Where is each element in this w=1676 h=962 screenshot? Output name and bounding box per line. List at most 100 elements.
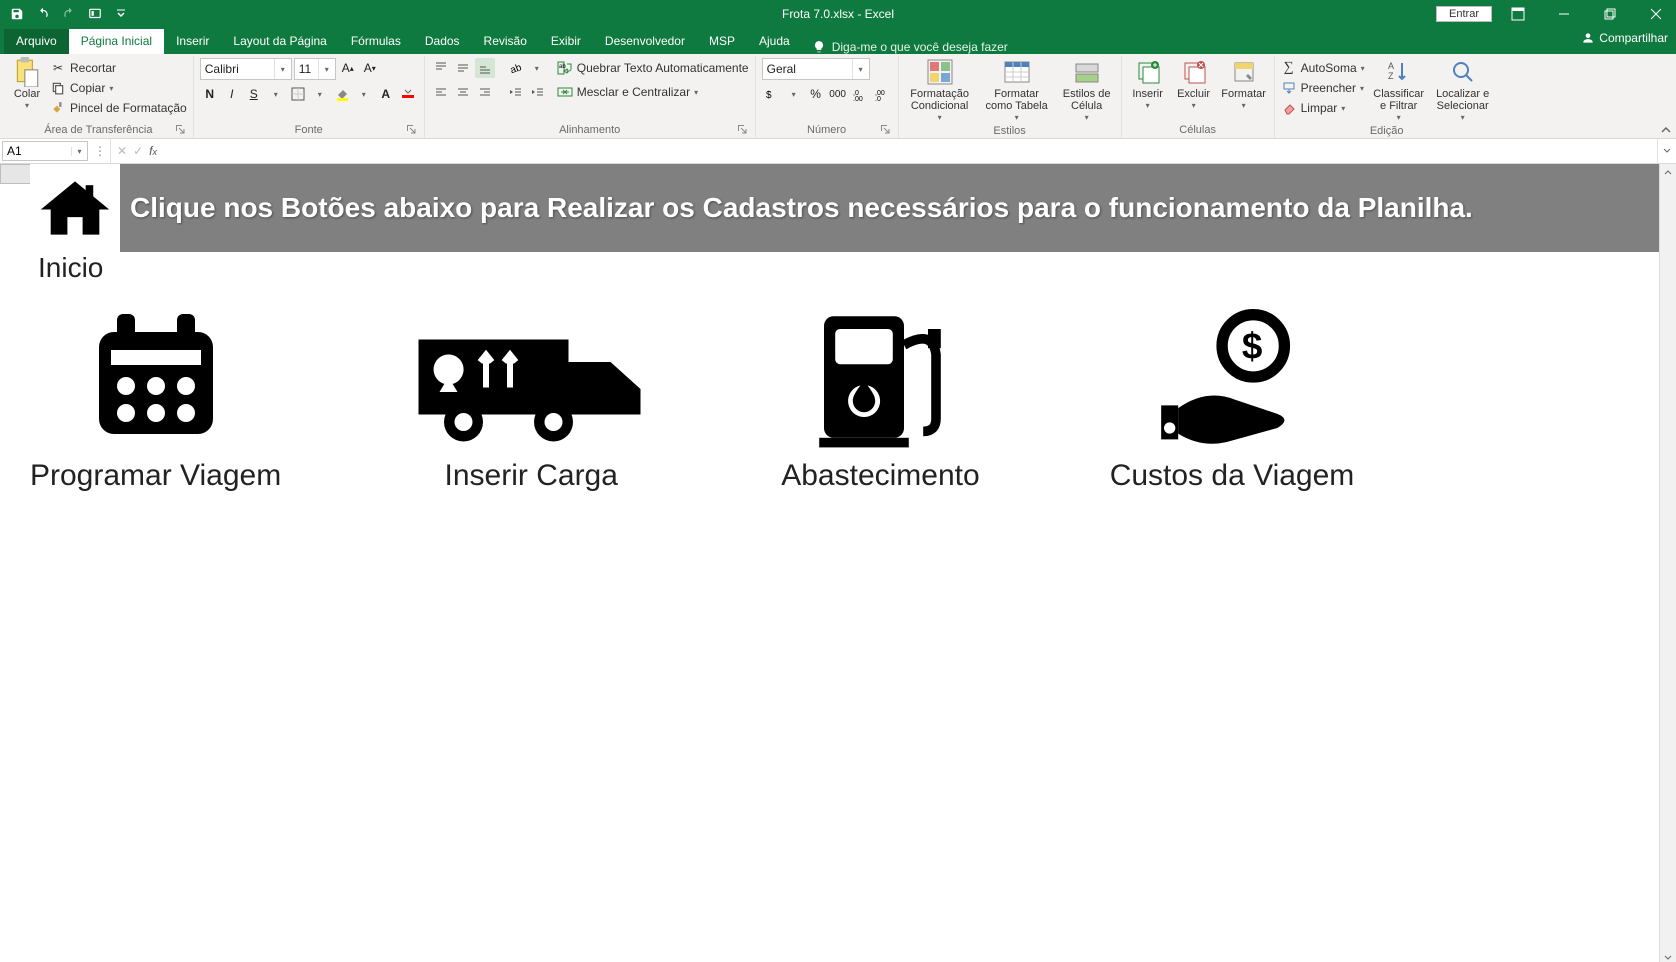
- comma-format-button[interactable]: 000: [828, 84, 848, 104]
- maximize-button[interactable]: [1590, 0, 1630, 28]
- format-cells-button[interactable]: Formatar▾: [1220, 58, 1268, 112]
- merge-center-button[interactable]: Mesclar e Centralizar ▾: [557, 82, 749, 102]
- orientation-button[interactable]: ab: [505, 58, 525, 78]
- borders-button[interactable]: [288, 84, 308, 104]
- wrap-text-button[interactable]: abQuebrar Texto Automaticamente: [557, 58, 749, 78]
- minimize-button[interactable]: [1544, 0, 1584, 28]
- decrease-font-button[interactable]: A▾: [360, 58, 380, 78]
- align-left-button[interactable]: [431, 82, 451, 102]
- dialog-launcher[interactable]: [175, 124, 187, 136]
- increase-decimal-button[interactable]: ,0,00: [850, 84, 870, 104]
- font-color-chevron[interactable]: [398, 84, 418, 104]
- programar-viagem-button[interactable]: Programar Viagem: [30, 294, 281, 493]
- insert-function-button[interactable]: fx: [149, 144, 157, 158]
- align-center-button[interactable]: [453, 82, 473, 102]
- conditional-formatting-button[interactable]: Formatação Condicional▾: [905, 58, 975, 124]
- align-top-button[interactable]: [431, 58, 451, 78]
- sort-filter-button[interactable]: AZ Classificar e Filtrar▾: [1371, 58, 1427, 124]
- borders-chevron-icon[interactable]: ▾: [310, 84, 330, 104]
- align-right-button[interactable]: [475, 82, 495, 102]
- tab-formulas[interactable]: Fórmulas: [339, 29, 413, 54]
- tab-file[interactable]: Arquivo: [4, 29, 69, 54]
- cancel-formula-button[interactable]: ✕: [117, 144, 127, 158]
- inserir-carga-button[interactable]: Inserir Carga: [411, 294, 651, 493]
- touch-mode-button[interactable]: [86, 5, 104, 23]
- tab-data[interactable]: Dados: [413, 29, 472, 54]
- dialog-launcher[interactable]: [406, 124, 418, 136]
- tell-me-search[interactable]: Diga-me o que você deseja fazer: [802, 40, 1018, 54]
- select-all-cell[interactable]: [0, 164, 32, 184]
- tab-view[interactable]: Exibir: [539, 29, 593, 54]
- dialog-launcher[interactable]: [880, 124, 892, 136]
- customize-qat-button[interactable]: [112, 5, 130, 23]
- home-button[interactable]: [30, 164, 120, 252]
- tab-developer[interactable]: Desenvolvedor: [593, 29, 697, 54]
- clear-button[interactable]: Limpar ▾: [1281, 98, 1365, 118]
- tab-insert[interactable]: Inserir: [164, 29, 221, 54]
- cut-button[interactable]: ✂Recortar: [50, 58, 187, 78]
- share-label: Compartilhar: [1599, 31, 1668, 45]
- orientation-chevron-icon[interactable]: ▾: [527, 58, 547, 78]
- decrease-decimal-button[interactable]: ,00,0: [872, 84, 892, 104]
- redo-button[interactable]: [60, 5, 78, 23]
- fill-button[interactable]: Preencher ▾: [1281, 78, 1365, 98]
- chevron-down-icon[interactable]: ▾: [71, 147, 87, 156]
- tab-page-layout[interactable]: Layout da Página: [221, 29, 338, 54]
- collapse-ribbon-button[interactable]: [1660, 124, 1672, 136]
- cell-styles-button[interactable]: Estilos de Célula▾: [1059, 58, 1115, 124]
- share-button[interactable]: Compartilhar: [1581, 31, 1668, 45]
- fill-color-chevron[interactable]: ▾: [354, 84, 374, 104]
- worksheet[interactable]: Clique nos Botões abaixo para Realizar o…: [0, 164, 1659, 962]
- abastecimento-button[interactable]: Abastecimento: [781, 294, 979, 493]
- format-as-table-button[interactable]: Formatar como Tabela▾: [981, 58, 1053, 124]
- paste-button[interactable]: Colar ▾: [10, 58, 44, 112]
- font-size-combo[interactable]: 11▾: [294, 58, 336, 80]
- scroll-down-button[interactable]: [1660, 950, 1676, 962]
- cell-styles-icon: [1073, 58, 1101, 86]
- vertical-scrollbar[interactable]: [1659, 164, 1676, 962]
- group-styles: Formatação Condicional▾ Formatar como Ta…: [899, 56, 1122, 138]
- align-bottom-button[interactable]: [475, 58, 495, 78]
- copy-button[interactable]: Copiar▾: [50, 78, 187, 98]
- align-middle-button[interactable]: [453, 58, 473, 78]
- undo-button[interactable]: [34, 5, 52, 23]
- tab-msp[interactable]: MSP: [697, 29, 747, 54]
- dialog-launcher[interactable]: [737, 124, 749, 136]
- accounting-chevron-icon[interactable]: ▾: [784, 84, 804, 104]
- find-select-button[interactable]: Localizar e Selecionar▾: [1433, 58, 1493, 124]
- insert-cells-button[interactable]: Inserir▾: [1128, 58, 1168, 112]
- italic-button[interactable]: I: [222, 84, 242, 104]
- percent-format-button[interactable]: %: [806, 84, 826, 104]
- font-color-button[interactable]: A: [376, 84, 396, 104]
- fill-color-button[interactable]: [332, 84, 352, 104]
- svg-text:ab: ab: [509, 62, 522, 75]
- number-format-combo[interactable]: Geral▾: [762, 58, 870, 80]
- scroll-track[interactable]: [1660, 180, 1676, 950]
- bold-button[interactable]: N: [200, 84, 220, 104]
- autosum-label: AutoSoma: [1301, 61, 1357, 75]
- underline-button[interactable]: S: [244, 84, 264, 104]
- formula-input[interactable]: [163, 139, 1665, 163]
- autosum-button[interactable]: ∑AutoSoma ▾: [1281, 58, 1365, 78]
- expand-formula-bar-button[interactable]: [1657, 139, 1676, 163]
- close-button[interactable]: [1636, 0, 1676, 28]
- name-box[interactable]: ▾: [2, 141, 88, 161]
- tab-help[interactable]: Ajuda: [747, 29, 802, 54]
- increase-indent-button[interactable]: [527, 82, 547, 102]
- underline-chevron-icon[interactable]: ▾: [266, 84, 286, 104]
- delete-cells-button[interactable]: Excluir▾: [1174, 58, 1214, 112]
- ribbon-display-button[interactable]: [1498, 0, 1538, 28]
- tab-review[interactable]: Revisão: [472, 29, 539, 54]
- save-button[interactable]: [8, 5, 26, 23]
- name-box-input[interactable]: [3, 144, 71, 158]
- decrease-indent-button[interactable]: [505, 82, 525, 102]
- accounting-format-button[interactable]: $: [762, 84, 782, 104]
- tab-home[interactable]: Página Inicial: [69, 29, 164, 54]
- format-painter-button[interactable]: Pincel de Formatação: [50, 98, 187, 118]
- enter-formula-button[interactable]: ✓: [133, 144, 143, 158]
- custos-viagem-button[interactable]: $ Custos da Viagem: [1110, 294, 1355, 493]
- font-name-combo[interactable]: Calibri▾: [200, 58, 292, 80]
- scroll-up-button[interactable]: [1660, 164, 1676, 180]
- increase-font-button[interactable]: A▴: [338, 58, 358, 78]
- signin-button[interactable]: Entrar: [1436, 6, 1492, 22]
